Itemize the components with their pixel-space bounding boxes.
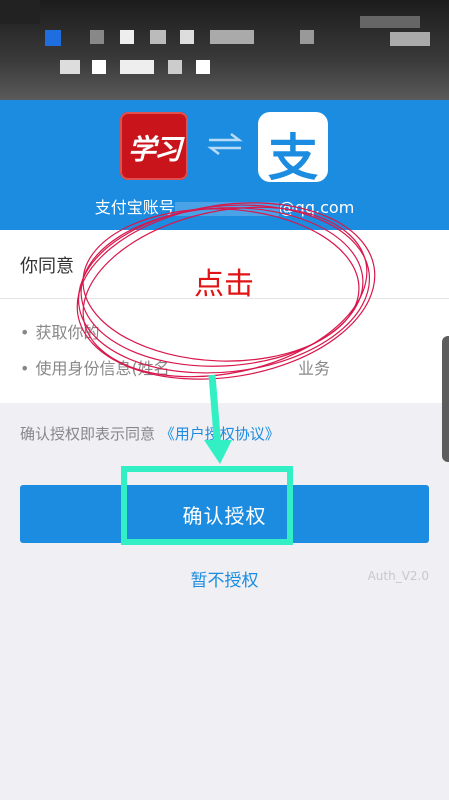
alipay-logo: 支 — [258, 112, 328, 187]
logo-text: 学习 — [127, 133, 182, 166]
bullet-icon: • — [20, 323, 30, 342]
permission-tail-text: 业务 — [298, 359, 331, 378]
blur-block — [210, 30, 254, 44]
masked-account — [174, 201, 279, 216]
blur-block — [60, 60, 80, 74]
blur-block — [300, 30, 314, 44]
blur-block — [180, 30, 194, 44]
logo-text: 支 — [268, 129, 318, 187]
blur-block — [120, 60, 154, 74]
blur-block — [45, 30, 61, 46]
blurred-status-bar — [0, 0, 449, 100]
permission-tail: 业务 — [298, 355, 330, 379]
blur-block — [196, 60, 210, 74]
blur-block — [0, 0, 40, 24]
blur-block — [150, 30, 166, 44]
bullet-icon: • — [20, 359, 30, 378]
xuexi-app-logo: 学习 — [120, 112, 188, 180]
list-item: • 获取你的 — [20, 319, 99, 343]
account-prefix: 支付宝账号 — [94, 198, 175, 217]
blur-block — [360, 16, 420, 28]
user-agreement-link[interactable]: 《用户授权协议》 — [160, 425, 280, 443]
blur-block — [90, 30, 104, 44]
permission-text: 获取你的 — [35, 323, 100, 342]
consent-line: 确认授权即表示同意 《用户授权协议》 — [20, 423, 280, 444]
agree-label: 你同意 — [20, 256, 74, 277]
blur-block — [390, 32, 430, 46]
account-suffix: @qq.com — [278, 198, 355, 217]
permission-list: • 获取你的 • 使用身份信息(姓名 业务 — [0, 299, 449, 403]
blur-block — [120, 30, 134, 44]
account-line: 支付宝账号 @qq.com — [0, 194, 449, 218]
version-label: Auth_V2.0 — [367, 569, 429, 583]
click-annotation-label: 点击 — [194, 267, 254, 302]
consent-text: 确认授权即表示同意 — [20, 425, 156, 443]
edge-scroll-handle[interactable] — [442, 336, 449, 462]
blur-block — [168, 60, 182, 74]
list-item: • 使用身份信息(姓名 — [20, 355, 170, 379]
swap-arrows-icon — [207, 133, 243, 155]
blur-block — [92, 60, 106, 74]
permission-text: 使用身份信息(姓名 — [35, 359, 170, 378]
highlight-box — [121, 466, 293, 545]
